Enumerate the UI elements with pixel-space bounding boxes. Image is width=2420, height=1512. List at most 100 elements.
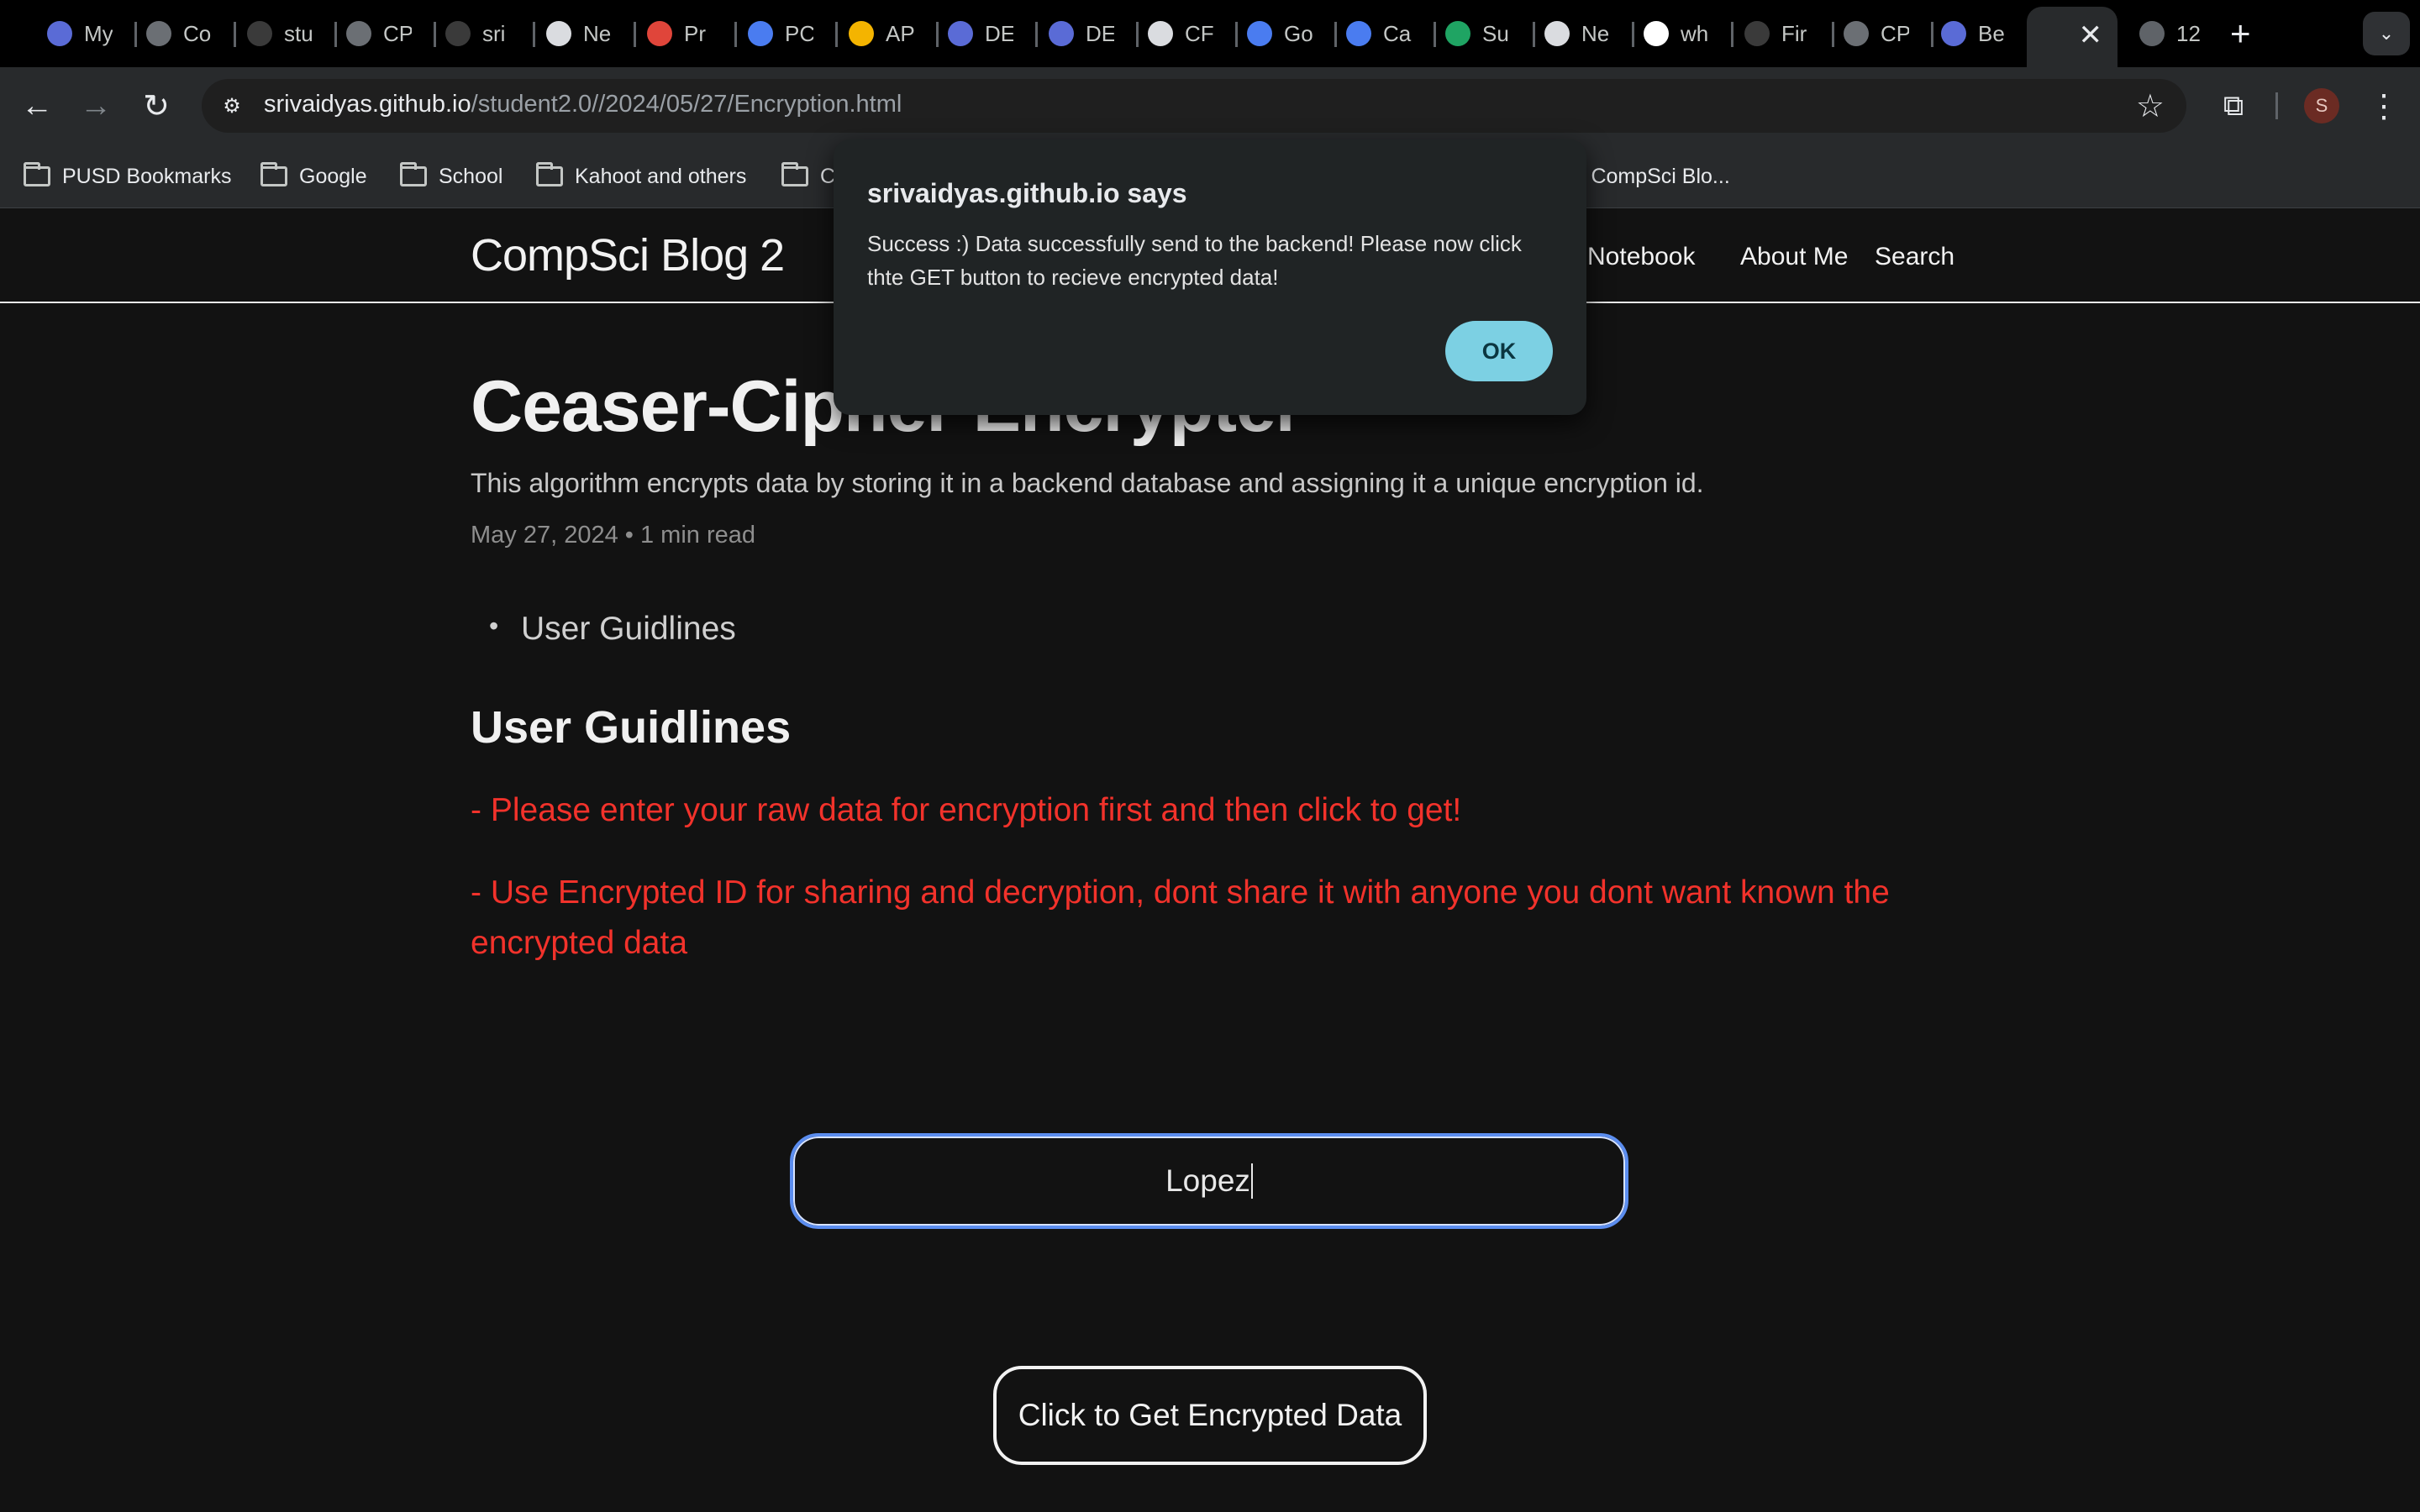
folder-icon bbox=[781, 162, 808, 186]
table-of-contents: User Guidlines bbox=[489, 611, 736, 648]
tab[interactable]: CP bbox=[346, 12, 412, 55]
bookmark-compsci-blog[interactable]: | CompSci Blo... bbox=[1580, 160, 1730, 193]
tab[interactable]: DE bbox=[948, 12, 1013, 55]
tab[interactable]: PC bbox=[748, 12, 813, 55]
docs-icon bbox=[748, 21, 773, 46]
tab-title: Be bbox=[1978, 20, 2005, 46]
address-bar[interactable]: ⚙ srivaidyas.github.io/student2.0//2024/… bbox=[202, 79, 2186, 133]
tab-separator bbox=[1136, 22, 1139, 47]
tab-title: CF bbox=[1185, 20, 1213, 46]
toc-item[interactable]: User Guidlines bbox=[489, 611, 736, 648]
bookmark-label: PUSD Bookmarks bbox=[62, 164, 232, 188]
tab-title: Su bbox=[1482, 20, 1509, 46]
tab-last[interactable]: 12 bbox=[2139, 12, 2205, 55]
nav-search[interactable]: Search bbox=[1875, 243, 1954, 271]
active-tab[interactable]: ✕ bbox=[2027, 7, 2118, 67]
tab-title: PC bbox=[785, 20, 813, 46]
tab[interactable]: Go bbox=[1247, 12, 1313, 55]
bookmark-c[interactable]: C bbox=[781, 160, 835, 193]
google-icon bbox=[1644, 21, 1669, 46]
tab[interactable]: sri bbox=[445, 12, 511, 55]
tab-search-button[interactable]: ⌄ bbox=[2363, 12, 2410, 55]
tab-separator bbox=[134, 22, 137, 47]
dialog-message: Success :) Data successfully send to the… bbox=[867, 231, 1522, 290]
bookmark-label: School bbox=[439, 164, 503, 188]
get-encrypted-data-button[interactable]: Click to Get Encrypted Data bbox=[993, 1366, 1427, 1465]
tab-title: AP bbox=[886, 20, 914, 46]
search-icon bbox=[1844, 21, 1869, 46]
tab-title: Ca bbox=[1383, 20, 1412, 46]
tab-separator bbox=[1434, 22, 1436, 47]
tab-separator bbox=[434, 22, 436, 47]
github-icon bbox=[445, 21, 471, 46]
close-tab-icon[interactable]: ✕ bbox=[2079, 18, 2103, 52]
bookmark-label: | CompSci Blo... bbox=[1580, 164, 1730, 188]
docs-icon bbox=[1346, 21, 1371, 46]
tab-separator bbox=[1632, 22, 1634, 47]
compass-icon bbox=[47, 21, 72, 46]
chrome-icon bbox=[546, 21, 571, 46]
tab[interactable]: Ne bbox=[546, 12, 612, 55]
tab-separator bbox=[1035, 22, 1038, 47]
tab-title: CP bbox=[383, 20, 412, 46]
bookmark-kahoot[interactable]: Kahoot and others bbox=[536, 160, 746, 193]
tab-strip: My Co stu CP sri Ne Pr PC AP DE DE CF Go Ca Su Ne wh Fir C… bbox=[0, 0, 2420, 67]
bookmark-star-icon[interactable]: ☆ bbox=[2136, 87, 2165, 125]
tab-separator bbox=[1334, 22, 1337, 47]
new-tab-button[interactable]: + bbox=[2230, 13, 2251, 54]
docs-icon bbox=[1247, 21, 1272, 46]
tab[interactable]: Co bbox=[146, 12, 212, 55]
tab-title: DE bbox=[985, 20, 1013, 46]
tab[interactable]: Su bbox=[1445, 12, 1511, 55]
tab[interactable]: stu bbox=[247, 12, 313, 55]
tab-title: Fir bbox=[1781, 20, 1807, 46]
tab[interactable]: AP bbox=[849, 12, 914, 55]
tab[interactable]: Pr bbox=[647, 12, 713, 55]
tab-title: CP bbox=[1881, 20, 1909, 46]
github-icon bbox=[1744, 21, 1770, 46]
tab-separator bbox=[234, 22, 236, 47]
forward-button[interactable]: → bbox=[74, 84, 118, 128]
tab-title: My bbox=[84, 20, 113, 46]
more-menu-icon[interactable]: ⋮ bbox=[2363, 84, 2405, 128]
extensions-icon[interactable]: ⧉ bbox=[2212, 84, 2255, 128]
tab[interactable]: wh bbox=[1644, 12, 1709, 55]
tab-title: wh bbox=[1681, 20, 1709, 46]
compass-icon bbox=[1049, 21, 1074, 46]
reload-button[interactable]: ↻ bbox=[134, 84, 178, 128]
tab[interactable]: CF bbox=[1148, 12, 1213, 55]
bookmark-google[interactable]: Google bbox=[260, 160, 367, 193]
tab-separator bbox=[936, 22, 939, 47]
tab[interactable]: Be bbox=[1941, 12, 2007, 55]
tab[interactable]: CP bbox=[1844, 12, 1909, 55]
tab[interactable]: DE bbox=[1049, 12, 1114, 55]
tab-separator bbox=[533, 22, 535, 47]
raw-data-input[interactable]: Lopez bbox=[790, 1133, 1628, 1229]
back-button[interactable]: ← bbox=[15, 84, 59, 128]
tab-separator bbox=[1931, 22, 1933, 47]
tab-separator bbox=[1533, 22, 1535, 47]
search-icon bbox=[146, 21, 171, 46]
compass-icon bbox=[948, 21, 973, 46]
tab[interactable]: Fir bbox=[1744, 12, 1810, 55]
tab[interactable]: Ne bbox=[1544, 12, 1610, 55]
bookmark-pusd[interactable]: PUSD Bookmarks bbox=[24, 160, 231, 193]
drive-icon bbox=[1445, 21, 1470, 46]
ok-button[interactable]: OK bbox=[1445, 321, 1553, 381]
dialog-title: srivaidyas.github.io says bbox=[867, 178, 1187, 208]
compass-icon bbox=[1941, 21, 1966, 46]
cpm-icon bbox=[1148, 21, 1173, 46]
site-title-link[interactable]: CompSci Blog 2 bbox=[471, 229, 785, 281]
nav-about-me[interactable]: About Me bbox=[1740, 243, 1848, 271]
github-icon bbox=[247, 21, 272, 46]
tab-separator bbox=[334, 22, 337, 47]
input-value: Lopez bbox=[1165, 1163, 1250, 1198]
profile-avatar[interactable]: S bbox=[2304, 88, 2339, 123]
tab[interactable]: Ca bbox=[1346, 12, 1412, 55]
tab[interactable]: My bbox=[47, 12, 113, 55]
toolbar-divider bbox=[2275, 92, 2278, 119]
tab-separator bbox=[1235, 22, 1238, 47]
site-info-icon[interactable]: ⚙ bbox=[215, 89, 249, 123]
toc-link[interactable]: User Guidlines bbox=[521, 611, 736, 647]
bookmark-school[interactable]: School bbox=[400, 160, 502, 193]
